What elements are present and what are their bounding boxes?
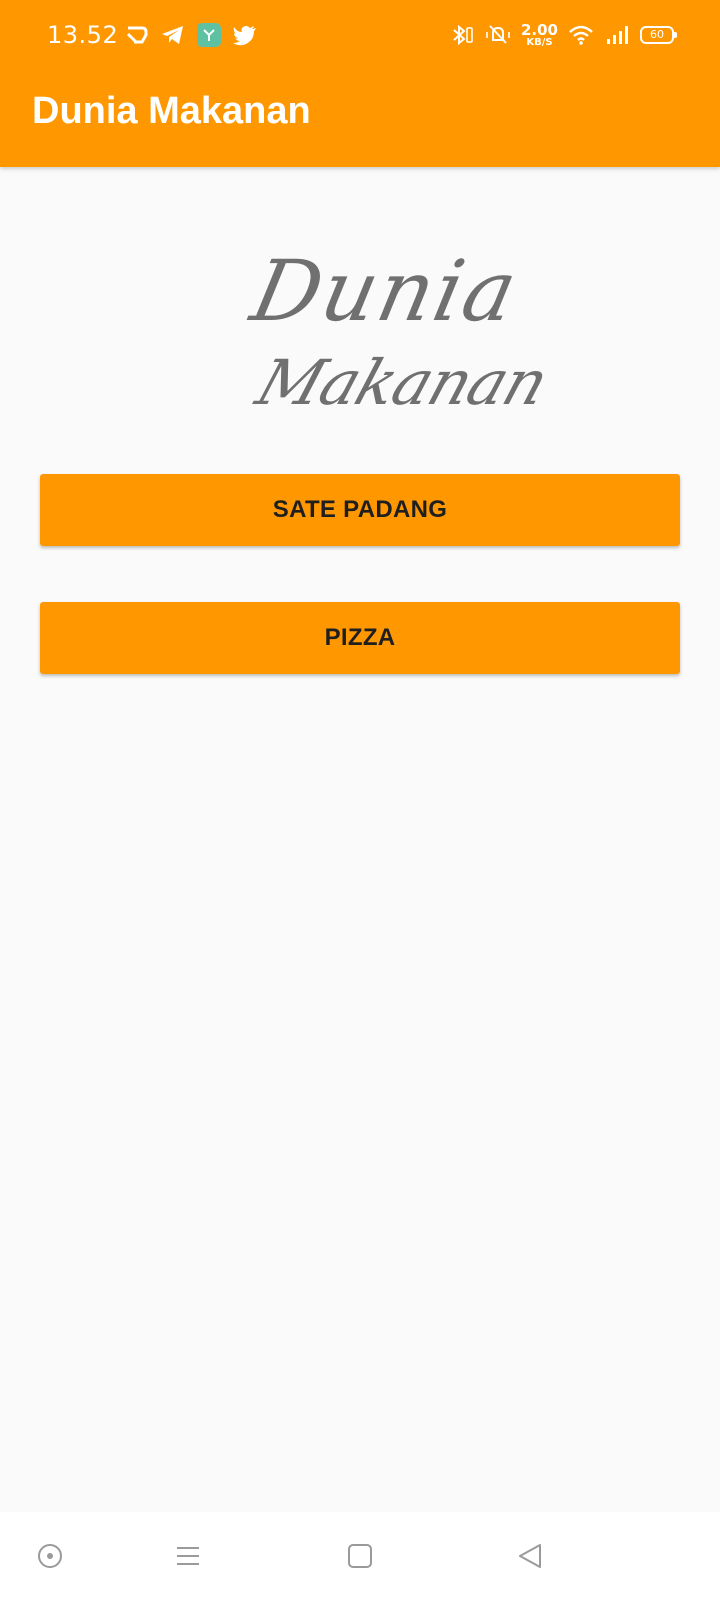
menu-button[interactable]: [128, 1512, 248, 1600]
app-icon: [197, 23, 221, 47]
twitter-icon: [233, 26, 256, 46]
system-status: 2.00 KB/S 60: [449, 20, 677, 48]
silent-icon: [486, 25, 510, 44]
app-title: Dunia Makanan: [32, 90, 311, 132]
sate-padang-button[interactable]: SATE PADANG: [40, 474, 680, 546]
menu-icon: [177, 1547, 199, 1565]
navigation-bar: [0, 1512, 720, 1600]
square-icon: [348, 1544, 372, 1568]
logo: Dunia Makanan: [240, 242, 557, 442]
network-speed-value: 2.00: [520, 20, 558, 39]
notification-icons: [124, 22, 258, 48]
network-speed-unit: KB/S: [526, 36, 553, 48]
status-time: 13.52: [47, 21, 119, 49]
back-button[interactable]: [470, 1512, 590, 1600]
network-speed: 2.00 KB/S: [520, 20, 558, 48]
app-header: 13.52 2.00 KB/S 60 Dunia Makanan: [0, 0, 720, 167]
status-bar: 13.52 2.00 KB/S 60: [0, 0, 720, 72]
wifi-icon: [569, 25, 593, 45]
back-icon: [519, 1544, 541, 1568]
home-circle-button[interactable]: [0, 1512, 110, 1600]
recents-button[interactable]: [300, 1512, 420, 1600]
logo-line2: Makanan: [248, 346, 557, 419]
pizza-button[interactable]: PIZZA: [40, 602, 680, 674]
signal-icon: [607, 26, 628, 44]
battery-icon: 60: [640, 26, 677, 44]
cast-icon: [126, 26, 148, 44]
logo-line1: Dunia: [243, 242, 527, 340]
telegram-icon: [162, 26, 183, 44]
bluetooth-icon: [453, 24, 473, 46]
home-circle-icon: [38, 1544, 62, 1568]
